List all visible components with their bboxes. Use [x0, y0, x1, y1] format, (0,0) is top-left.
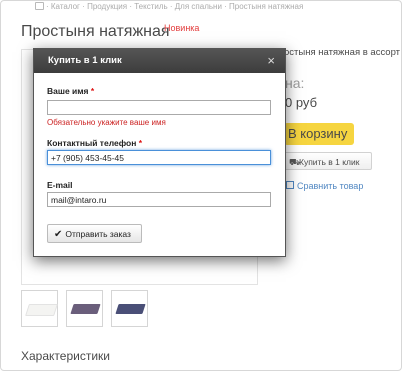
modal-header: Купить в 1 клик ×: [34, 49, 285, 73]
phone-label: Контактный телефон *: [47, 138, 142, 148]
required-mark: *: [90, 86, 95, 96]
checkmark-icon: ✔: [54, 229, 63, 240]
buy-one-click-modal: Купить в 1 клик × Ваше имя * Обязательно…: [33, 48, 286, 257]
name-input[interactable]: [47, 100, 271, 115]
phone-label-text: Контактный телефон: [47, 138, 137, 148]
modal-title: Купить в 1 клик: [48, 55, 122, 66]
submit-order-label: Отправить заказ: [65, 229, 131, 239]
submit-order-button[interactable]: ✔ Отправить заказ: [47, 224, 142, 243]
name-label: Ваше имя *: [47, 86, 94, 96]
name-error-message: Обязательно укажите ваше имя: [47, 118, 166, 127]
name-label-text: Ваше имя: [47, 86, 89, 96]
email-label: E-mail: [47, 180, 73, 190]
close-icon[interactable]: ×: [267, 49, 275, 73]
required-mark: *: [138, 138, 143, 148]
email-input[interactable]: [47, 192, 271, 207]
phone-input[interactable]: [47, 150, 271, 165]
